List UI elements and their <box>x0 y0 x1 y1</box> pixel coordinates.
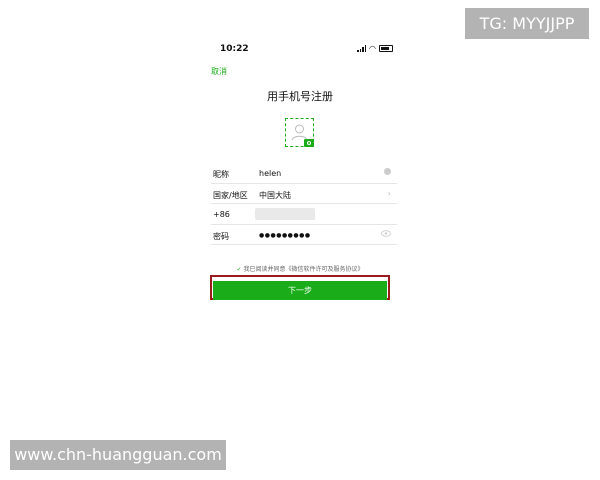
cancel-button[interactable]: 取消 <box>211 66 227 77</box>
password-input[interactable]: ●●●●●●●●● <box>259 232 311 239</box>
phone-screen: 10:22 ◠ 取消 用手机号注册 昵称 helen 国家/地区 中国大陆 › <box>203 38 397 318</box>
nickname-input[interactable]: helen <box>259 169 281 178</box>
status-time: 10:22 <box>220 44 249 54</box>
clear-icon[interactable] <box>384 168 391 177</box>
signal-icon <box>357 45 367 52</box>
camera-icon[interactable] <box>304 139 314 147</box>
phone-row[interactable]: +86 <box>211 204 397 225</box>
highlight-frame: 下一步 <box>210 275 390 300</box>
next-button[interactable]: 下一步 <box>213 281 387 300</box>
eye-icon[interactable] <box>381 229 391 239</box>
password-row[interactable]: 密码 ●●●●●●●●● <box>211 225 397 245</box>
region-value[interactable]: 中国大陆 <box>259 190 291 201</box>
phone-input[interactable] <box>255 208 315 220</box>
watermark-top: TG: MYYJJPP <box>465 8 589 39</box>
registration-form: 昵称 helen 国家/地区 中国大陆 › +86 密码 ●●●●●●●●● <box>211 163 397 245</box>
watermark-bottom: www.chn-huangguan.com <box>10 440 226 470</box>
password-label: 密码 <box>213 231 229 241</box>
page-title: 用手机号注册 <box>267 90 333 103</box>
country-code: +86 <box>213 210 230 219</box>
region-label: 国家/地区 <box>213 190 248 200</box>
status-bar: 10:22 ◠ <box>203 44 397 58</box>
nickname-row[interactable]: 昵称 helen <box>211 163 397 184</box>
region-row[interactable]: 国家/地区 中国大陆 › <box>211 184 397 204</box>
chevron-right-icon: › <box>387 188 391 198</box>
wifi-icon: ◠ <box>369 44 376 53</box>
agreement-row[interactable]: ✓ 我已阅读并同意《微信软件许可及服务协议》 <box>203 264 397 273</box>
nickname-label: 昵称 <box>213 170 229 179</box>
status-icons: ◠ <box>357 44 393 53</box>
agree-checkbox[interactable]: ✓ <box>236 266 241 273</box>
agreement-text: 我已阅读并同意《微信软件许可及服务协议》 <box>243 266 364 273</box>
battery-icon <box>379 45 393 52</box>
